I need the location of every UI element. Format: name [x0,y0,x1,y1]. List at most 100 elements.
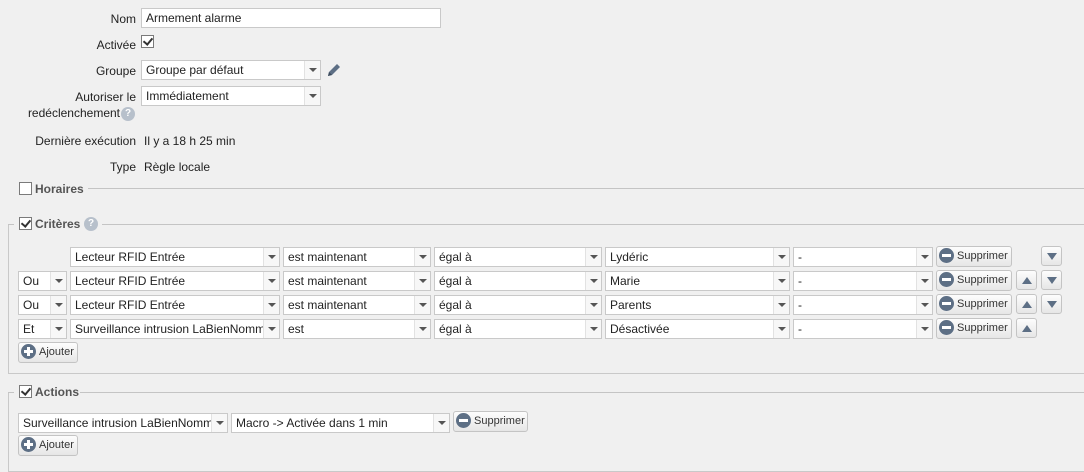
criteres-divider [102,224,1084,225]
groupe-select[interactable]: Groupe par défaut [141,60,321,80]
criteres-divider-left [8,224,14,225]
actions-add-label: Ajouter [39,439,74,451]
groupe-select-value: Groupe par défaut [146,63,244,77]
minus-circle-icon [939,247,954,263]
criteria-comparator-value: égal à [439,250,472,264]
chevron-down-icon [585,296,601,314]
action-device-value: Surveillance intrusion LaBienNommée [23,416,227,430]
criteria-comparator-select[interactable]: égal à [434,247,602,267]
type-label: Type [109,160,136,174]
type-value: Règle locale [144,160,211,174]
chevron-down-icon [50,320,66,338]
criteria-comparator-select[interactable]: égal à [434,295,602,315]
actions-add-button[interactable]: Ajouter [18,435,78,456]
criteria-delete-button[interactable]: Supprimer [936,294,1012,315]
chevron-down-icon [773,320,789,338]
action-delete-button[interactable]: Supprimer [453,411,528,432]
criteria-device-value: Lecteur RFID Entrée [75,298,186,312]
criteria-extra-select[interactable]: - [793,295,933,315]
horaires-checkbox[interactable] [19,182,32,195]
pencil-icon[interactable] [325,61,343,79]
criteria-extra-value: - [798,298,802,312]
move-up-button[interactable] [1016,270,1037,290]
criteria-value-select[interactable]: Désactivée [605,319,790,339]
criteria-value-value: Désactivée [610,322,670,336]
criteria-value-select[interactable]: Lydéric [605,247,790,267]
criteria-device-select[interactable]: Lecteur RFID Entrée [70,295,280,315]
criteria-timing-select[interactable]: est maintenant [283,247,431,267]
criteria-value-value: Parents [610,298,652,312]
plus-circle-icon [21,343,36,359]
chevron-down-icon [50,296,66,314]
question-icon[interactable]: ? [121,107,135,121]
criteria-timing-value: est [288,322,305,336]
chevron-down-icon [211,414,227,432]
chevron-down-icon [304,87,320,105]
action-command-select[interactable]: Macro -> Activée dans 1 min [231,413,450,433]
groupe-label: Groupe [95,64,136,78]
chevron-down-icon [263,296,279,314]
criteria-value-select[interactable]: Marie [605,271,790,291]
derniere-execution-value: Il y a 18 h 25 min [144,134,236,148]
chevron-down-icon [773,248,789,266]
criteria-operator-value: Ou [23,298,40,312]
criteria-value-select[interactable]: Parents [605,295,790,315]
autoriser-select[interactable]: Immédiatement [141,86,321,106]
criteria-device-select[interactable]: Lecteur RFID Entrée [70,271,280,291]
criteria-comparator-select[interactable]: égal à [434,319,602,339]
minus-circle-icon [939,295,954,311]
move-down-button[interactable] [1041,246,1062,266]
criteria-extra-value: - [798,274,802,288]
criteria-device-value: Lecteur RFID Entrée [75,250,186,264]
nom-label: Nom [110,12,136,26]
criteria-operator-select[interactable]: Ou [18,295,67,315]
question-icon[interactable]: ? [84,217,98,231]
criteria-extra-value: - [798,250,802,264]
nom-input[interactable]: Armement alarme [141,8,441,28]
criteres-checkbox[interactable] [19,217,32,230]
chevron-down-icon [773,272,789,290]
chevron-down-icon [414,272,430,290]
criteria-operator-select[interactable]: Et [18,319,67,339]
criteria-delete-button[interactable]: Supprimer [936,246,1012,267]
action-command-value: Macro -> Activée dans 1 min [236,416,388,430]
activee-checkbox[interactable] [141,35,154,48]
move-down-button[interactable] [1041,270,1062,290]
criteria-device-select[interactable]: Lecteur RFID Entrée [70,247,280,267]
criteria-add-button[interactable]: Ajouter [18,342,78,363]
criteria-extra-select[interactable]: - [793,319,933,339]
criteria-operator-select[interactable]: Ou [18,271,67,291]
horaires-title: Horaires [35,182,84,196]
chevron-down-icon [433,414,449,432]
criteria-extra-select[interactable]: - [793,247,933,267]
criteria-device-select[interactable]: Surveillance intrusion LaBienNommée [70,319,280,339]
criteria-timing-select[interactable]: est [283,319,431,339]
move-up-button[interactable] [1016,318,1037,338]
move-up-button[interactable] [1016,294,1037,314]
chevron-down-icon [585,248,601,266]
criteres-title: Critères [35,217,81,231]
criteria-extra-select[interactable]: - [793,271,933,291]
actions-divider [80,392,1084,393]
chevron-down-icon [263,320,279,338]
criteria-timing-select[interactable]: est maintenant [283,295,431,315]
criteria-comparator-value: égal à [439,322,472,336]
chevron-down-icon [585,272,601,290]
minus-circle-icon [939,319,954,335]
criteria-operator-value: Et [23,322,35,336]
action-device-select[interactable]: Surveillance intrusion LaBienNommée [18,413,228,433]
activee-label: Activée [96,38,136,52]
actions-title: Actions [35,385,80,399]
chevron-down-icon [304,61,320,79]
chevron-down-icon [773,296,789,314]
chevron-down-icon [263,248,279,266]
criteria-comparator-select[interactable]: égal à [434,271,602,291]
criteria-timing-value: est maintenant [288,250,367,264]
chevron-down-icon [263,272,279,290]
criteria-delete-button[interactable]: Supprimer [936,318,1012,339]
move-down-button[interactable] [1041,294,1062,314]
criteria-delete-button[interactable]: Supprimer [936,270,1012,291]
action-delete-label: Supprimer [474,415,525,427]
criteria-timing-select[interactable]: est maintenant [283,271,431,291]
actions-checkbox[interactable] [19,385,32,398]
